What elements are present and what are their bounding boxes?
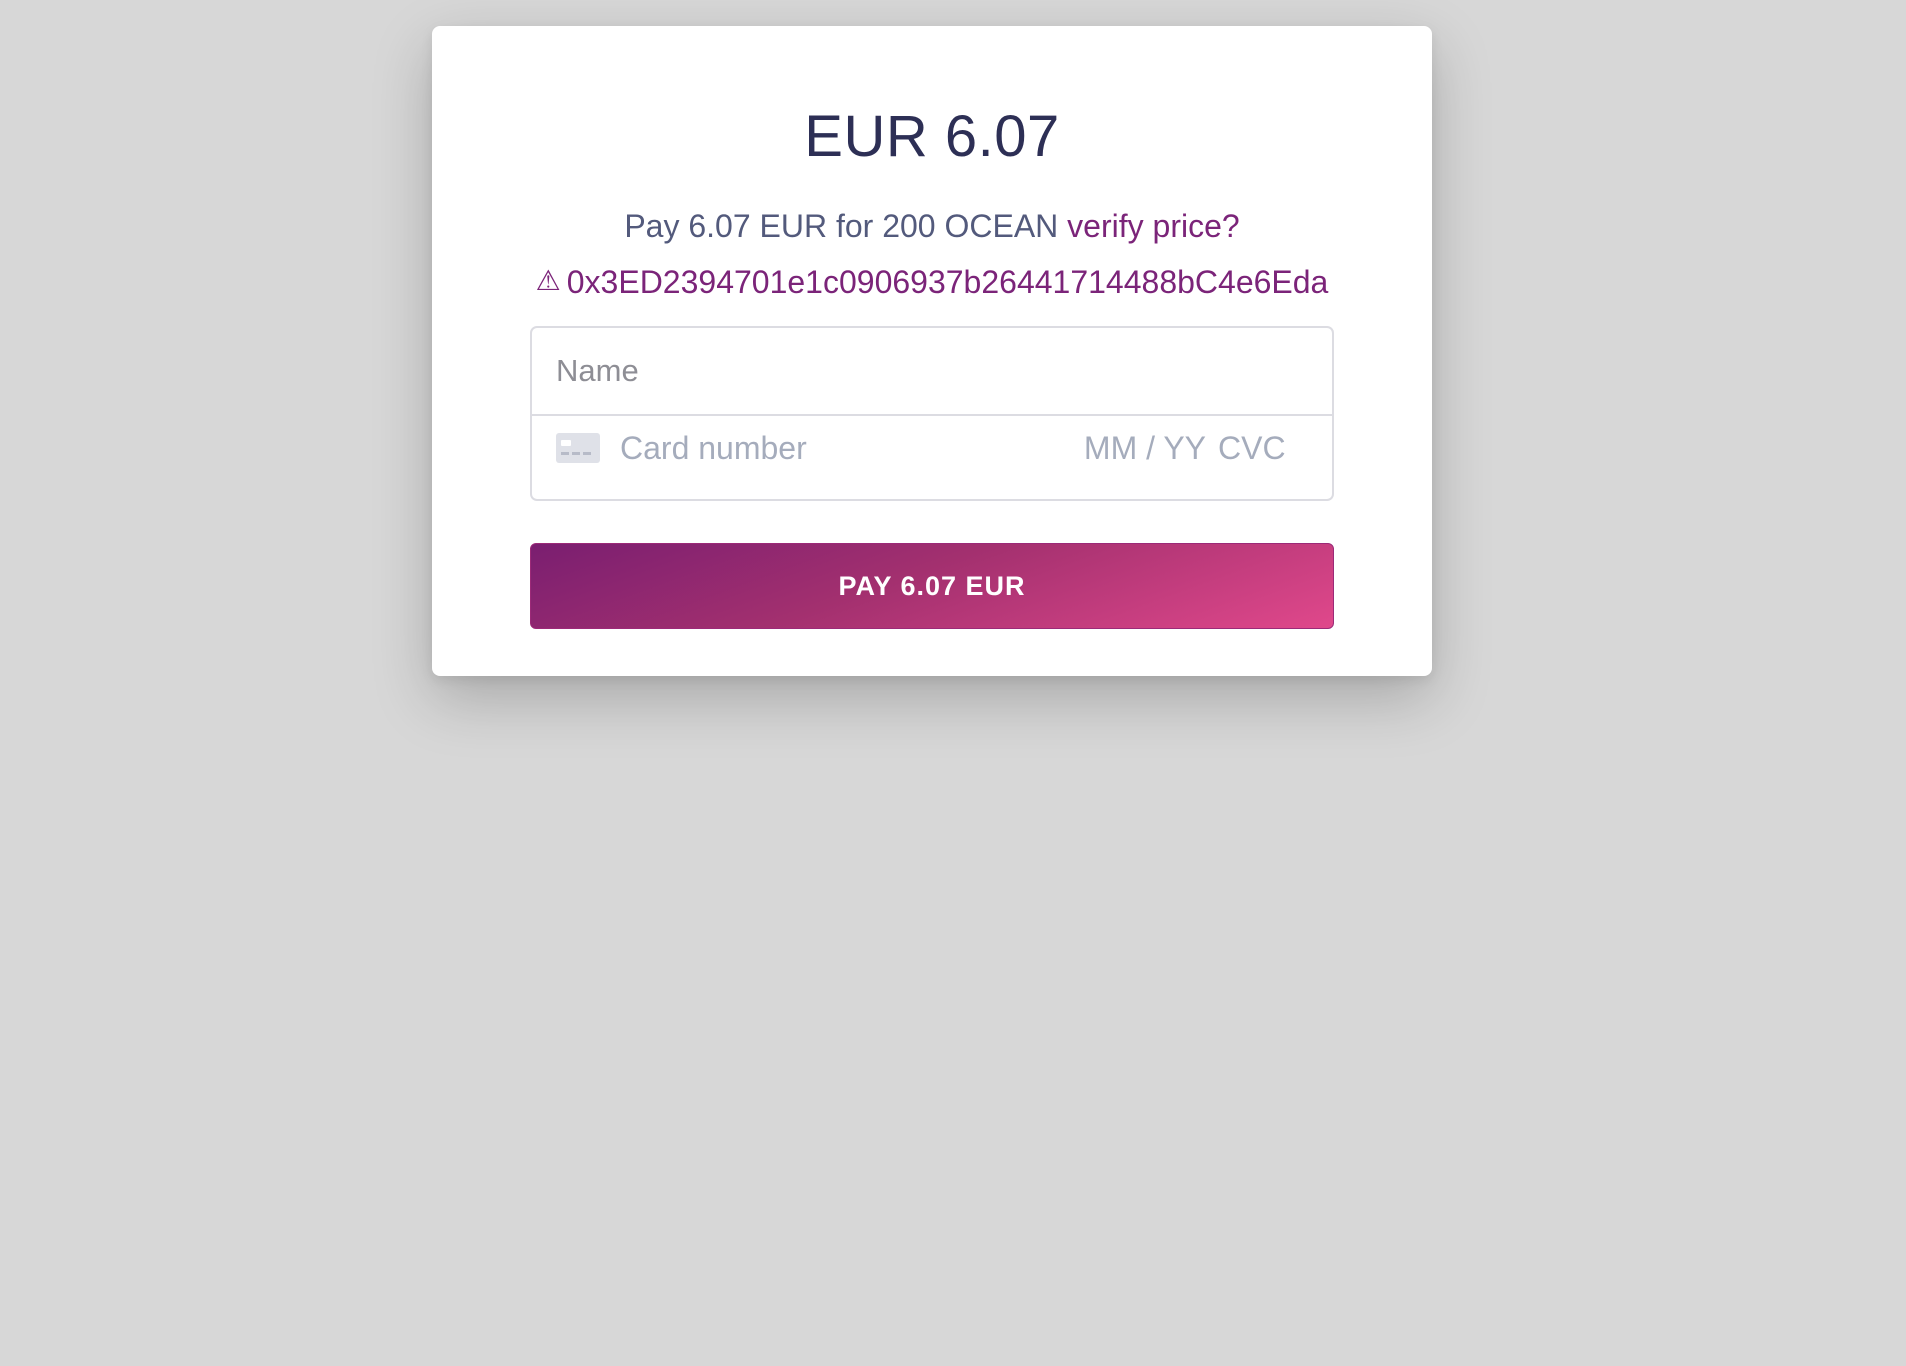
warning-icon: ⚠ [535,265,561,296]
name-row [532,328,1332,416]
pay-button[interactable]: PAY 6.07 EUR [530,543,1334,629]
expiry-input[interactable] [1076,416,1206,480]
card-chip [561,440,571,446]
card-number-input[interactable] [620,416,1040,480]
cvc-input[interactable] [1218,416,1298,480]
wallet-address-line: ⚠ 0x3ED2394701e1c0906937b26441714488bC4e6… [530,266,1334,298]
description-text: Pay 6.07 EUR for 200 OCEAN [624,208,1068,244]
amount-title: EUR 6.07 [804,104,1060,169]
wallet-address: 0x3ED2394701e1c0906937b26441714488bC4e6E… [566,264,1329,300]
card-dash [583,452,591,455]
payment-dialog: EUR 6.07 Pay 6.07 EUR for 200 OCEAN veri… [432,26,1432,676]
credit-card-icon [556,433,600,463]
name-input[interactable] [556,328,1296,414]
verify-price-link[interactable]: verify price? [1067,208,1240,244]
payment-description: Pay 6.07 EUR for 200 OCEAN verify price? [432,210,1432,242]
card-dash [561,452,569,455]
card-form [530,326,1334,501]
card-dash [572,452,580,455]
card-details-row [532,416,1332,499]
